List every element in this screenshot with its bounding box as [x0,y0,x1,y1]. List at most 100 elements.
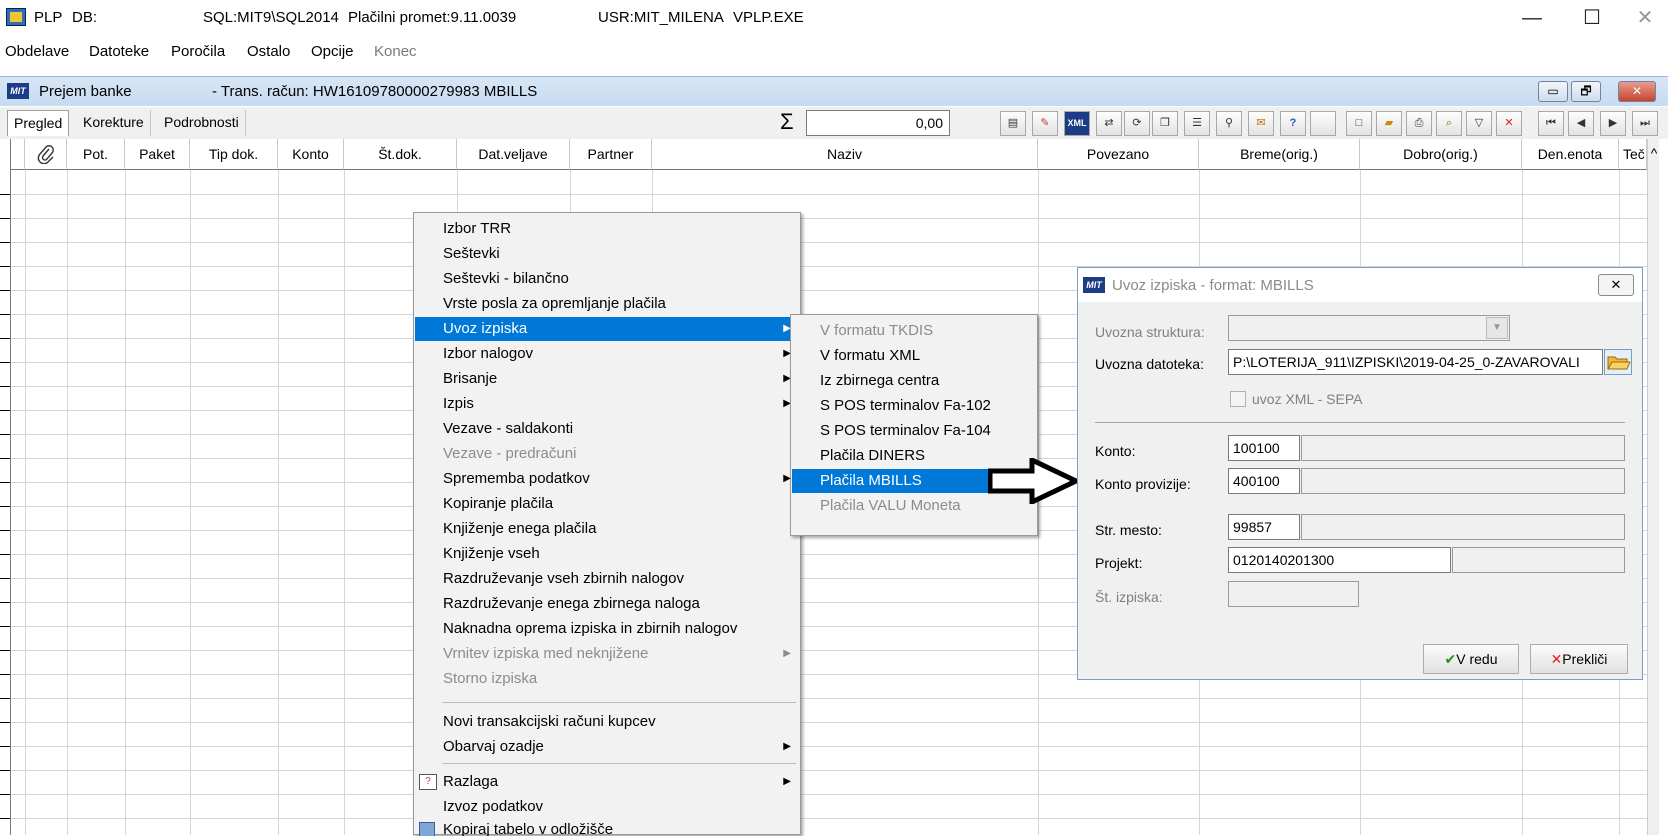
open-folder-icon[interactable]: ▰ [1376,111,1402,136]
menu-opcije[interactable]: Opcije [311,43,354,60]
grid-header-paket[interactable]: Paket [125,139,190,170]
menu-obdelave[interactable]: Obdelave [5,43,69,60]
menu-item-brisanje[interactable]: Brisanje ▶ [415,367,799,391]
menu-item-razdruzevanje-enega[interactable]: Razdruževanje enega zbirnega naloga [415,592,799,616]
menu-item-vrnitev-izpiska[interactable]: Vrnitev izpiska med neknjižene ▶ [415,642,799,666]
last-record-icon[interactable]: ⏭ [1632,111,1658,136]
first-record-icon[interactable]: ⏮ [1538,111,1564,136]
cancel-button[interactable]: ✕Prekliči [1530,644,1628,674]
menu-datoteke[interactable]: Datoteke [89,43,149,60]
menu-item-label: Kopiraj tabelo v odložišče [443,821,614,836]
transfer-icon[interactable]: ⇄ [1096,111,1122,136]
filter-icon[interactable]: ▽ [1466,111,1492,136]
menu-item-izbor-nalogov[interactable]: Izbor nalogov ▶ [415,342,799,366]
menu-porocila[interactable]: Poročila [171,43,225,60]
label-sepa: uvoz XML - SEPA [1252,391,1363,407]
menu-item-knjizenje-enega[interactable]: Knjiženje enega plačila [415,517,799,541]
grid-header-partner[interactable]: Partner [570,139,652,170]
prev-record-icon[interactable]: ◀ [1568,111,1594,136]
grid-header-st-dok[interactable]: Št.dok. [344,139,457,170]
dialog-close-button[interactable]: ✕ [1598,274,1634,296]
st-izpiska-input[interactable] [1228,581,1359,607]
menu-item-izbor-trr[interactable]: Izbor TRR [415,217,799,241]
menu-item-sprememba-podatkov[interactable]: Sprememba podatkov ▶ [415,467,799,491]
grid-scrollbar[interactable]: ^ [1647,139,1659,835]
mdi-close-button[interactable]: ✕ [1618,81,1656,102]
menu-item-sestevki[interactable]: Seštevki [415,242,799,266]
menu-item-kopiranje-placila[interactable]: Kopiranje plačila [415,492,799,516]
submenu-item-zbirni-center[interactable]: Iz zbirnega centra [792,369,1036,393]
sepa-checkbox[interactable] [1230,391,1246,407]
menu-item-label: Uvoz izpiska [443,320,528,337]
maximize-button[interactable]: ☐ [1569,4,1615,32]
label-uvozna-datoteka: Uvozna datoteka: [1095,356,1204,372]
list-icon[interactable]: ☰ [1184,111,1210,136]
xml-icon[interactable]: XML [1064,111,1090,136]
import-dialog: MIT Uvoz izpiska - format: MBILLS ✕ Uvoz… [1077,267,1643,680]
projekt-input[interactable]: 0120140201300 [1228,547,1451,573]
menu-item-razlaga[interactable]: ? Razlaga ▶ [415,770,799,794]
grid-header-den-enota[interactable]: Den.enota [1522,139,1619,170]
close-button[interactable]: ✕ [1622,4,1668,32]
grid-header-naziv[interactable]: Naziv [652,139,1038,170]
submenu-item-tkdis[interactable]: V formatu TKDIS [792,319,1036,343]
grid-header-breme[interactable]: Breme(orig.) [1199,139,1360,170]
tab-pregled[interactable]: Pregled [7,110,70,136]
chevron-down-icon[interactable]: ▼ [1486,317,1508,339]
mdi-minimize-button[interactable]: ▭ [1538,81,1568,102]
menu-item-vrste-posla[interactable]: Vrste posla za opremljanje plačila [415,292,799,316]
next-record-icon[interactable]: ▶ [1600,111,1626,136]
tab-korekture[interactable]: Korekture [77,110,151,136]
submenu-item-pos-fa104[interactable]: S POS terminalov Fa-104 [792,419,1036,443]
grid-header-tip-dok[interactable]: Tip dok. [190,139,278,170]
menu-item-izvoz-podatkov[interactable]: Izvoz podatkov [415,795,799,819]
str-mesto-input[interactable]: 99857 [1228,514,1300,540]
uvozna-struktura-select[interactable]: ▼ [1228,315,1510,341]
print-icon[interactable]: ⎙ [1406,111,1432,136]
menu-konec[interactable]: Konec [374,43,417,60]
document-icon[interactable]: ▤ [1000,111,1026,136]
menu-item-vezave-saldakonti[interactable]: Vezave - saldakonti [415,417,799,441]
menu-item-knjizenje-vseh[interactable]: Knjiženje vseh [415,542,799,566]
menu-item-storno-izpiska[interactable]: Storno izpiska [415,667,799,691]
menu-item-uvoz-izpiska[interactable]: Uvoz izpiska ▶ [415,317,799,341]
grid-header-pot[interactable]: Pot. [67,139,125,170]
find-icon[interactable]: ⌕ [1436,111,1462,136]
grid-header-attachment[interactable] [25,139,67,170]
copy-icon[interactable]: ❐ [1152,111,1178,136]
konto-input[interactable]: 100100 [1228,435,1300,461]
mdi-restore-button[interactable]: 🗗 [1571,81,1601,102]
blank-button[interactable] [1310,111,1336,136]
submenu-item-xml[interactable]: V formatu XML [792,344,1036,368]
menu-item-kopiraj-tabelo[interactable]: Kopiraj tabelo v odložišče [415,818,799,836]
clear-filter-icon[interactable]: ✕ [1496,111,1522,136]
uvozna-datoteka-input[interactable]: P:\LOTERIJA_911\IZPISKI\2019-04-25_0-ZAV… [1228,349,1603,375]
menu-item-sestevki-bilancno[interactable]: Seštevki - bilančno [415,267,799,291]
menu-item-obarvaj-ozadje[interactable]: Obarvaj ozadje ▶ [415,735,799,759]
cancel-x-icon: ✕ [1550,651,1563,667]
new-icon[interactable]: □ [1346,111,1372,136]
grid-header-dobro[interactable]: Dobro(orig.) [1360,139,1522,170]
ok-button[interactable]: ✔V redu [1423,644,1519,674]
menu-item-razdruzevanje-vseh[interactable]: Razdruževanje vseh zbirnih nalogov [415,567,799,591]
grid-header-dat-veljave[interactable]: Dat.veljave [457,139,570,170]
menu-item-vezave-predracuni[interactable]: Vezave - predračuni [415,442,799,466]
menu-item-naknadna-oprema[interactable]: Naknadna oprema izpiska in zbirnih nalog… [415,617,799,641]
comment-icon[interactable]: ✉ [1248,111,1274,136]
menu-item-novi-trr[interactable]: Novi transakcijski računi kupcev [415,710,799,734]
menu-ostalo[interactable]: Ostalo [247,43,290,60]
tab-podrobnosti[interactable]: Podrobnosti [158,110,246,136]
konto-provizije-input[interactable]: 400100 [1228,468,1300,494]
help-icon[interactable]: ? [1280,111,1306,136]
grid-header-konto[interactable]: Konto [278,139,344,170]
attachment-icon[interactable]: ⚲ [1216,111,1242,136]
minimize-button[interactable]: — [1509,4,1555,32]
browse-folder-icon[interactable] [1604,349,1632,375]
scroll-up-icon[interactable]: ^ [1648,145,1660,161]
grid-header-povezano[interactable]: Povezano [1038,139,1199,170]
pen-icon[interactable]: ✎ [1032,111,1058,136]
grid-header-tec[interactable]: Teč [1619,139,1647,170]
refresh-icon[interactable]: ⟳ [1124,111,1150,136]
submenu-item-pos-fa102[interactable]: S POS terminalov Fa-102 [792,394,1036,418]
menu-item-izpis[interactable]: Izpis ▶ [415,392,799,416]
